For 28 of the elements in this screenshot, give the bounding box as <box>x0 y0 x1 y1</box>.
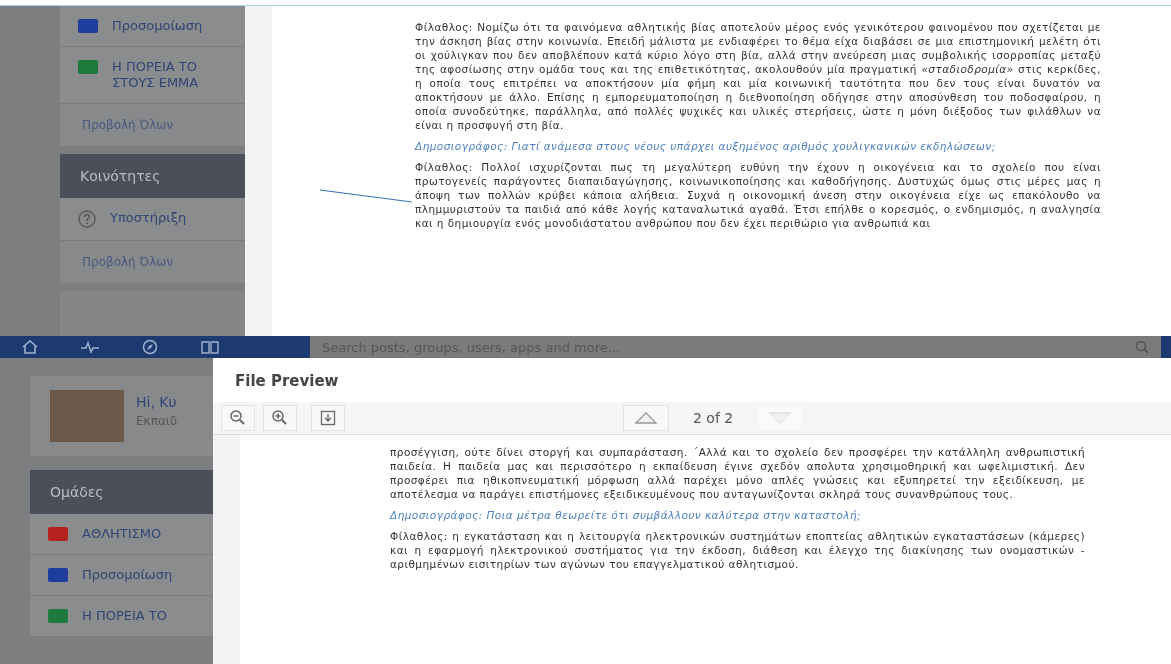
zoom-out-icon <box>229 409 247 427</box>
answer-text: προσέγγιση, ούτε δίνει στοργή και συμπαράσταση. ΄Αλλά και το σχολείο δεν προσφέρει την κατάλληλη ανθρωπιστική παιδεία. Η παιδεία μας και περισσότερο η εκπαίδευση έγινε σχεδόν απολυτα χρησιμοθηρική και ωφελιμιστική. Δεν προσφέρει πια ηθικοπνευματική μόρφωση αλλά παρέχει μόνο απλές γνώσεις και εξυπηρετεί την εξειδίκευση, με αποτέλεσμα να παράγει επιστήμονες εξειδικευμένους που ανταγωνίζονται σκληρά τους συνανθρώπους τους. <box>390 445 1085 501</box>
question-text: Δημοσιογράφος: Ποια μέτρα θεωρείτε ότι συμβάλλουν καλύτερα στην καταστολή; <box>390 508 863 522</box>
activity-icon[interactable] <box>80 339 100 355</box>
support-item[interactable]: Υποστήριξη <box>60 198 245 241</box>
group-item[interactable]: Προσομοίωση <box>60 6 245 47</box>
group-item[interactable]: Η ΠΟΡΕΙΑ ΤΟ ΣΤΟΥΣ ΕΜΜΑ <box>60 47 245 104</box>
zoom-in-button[interactable] <box>263 405 297 431</box>
section-header: Κοινότητες <box>60 154 245 198</box>
group-item[interactable]: Προσομοίωση <box>30 555 213 596</box>
modal-title: File Preview <box>234 371 340 392</box>
home-icon[interactable] <box>20 339 40 355</box>
page-indicator: 2 of 2 <box>693 410 734 426</box>
greeting-text: Hi, Κυ <box>136 394 178 410</box>
section-header: Ομάδες <box>30 470 213 514</box>
compass-icon[interactable] <box>140 339 160 355</box>
group-item[interactable]: ΑΘΛΗΤΙΣΜΟ <box>30 514 213 555</box>
answer-text: Φίλαθλος: Πολλοί ισχυρίζονται πως τη μεγαλύτερη ευθύνη την έχουν η οικογένεια και το σχολείο που είναι πρωτογενείς παράγοντες διαπαιδαγώγησης, κοινωνικοποίησης και καθοδήγησης. Δυστυχώς όμως στις μέρες μας η άποψη των πολλών κρύβει κάποια αλήθεια. Συχνά η οικονομική άνεση στην οικογένεια είχε ως επακόλουθο να πλημμυριστούν τα παιδιά από κάθε λογής καταναλωτικά αγαθά. Έτσι επήλθε ο κορεσμός, ο ενδημισμός, η αναλγησία και η δημιουργία ενός μονοδιάστατου ανθρώπου που δεν έχει περιθώριο για ανθρωπιά και <box>415 160 1101 230</box>
zoom-out-button[interactable] <box>221 405 255 431</box>
help-icon <box>78 210 96 228</box>
book-icon[interactable] <box>200 339 220 355</box>
zoom-in-icon <box>271 409 289 427</box>
group-item[interactable]: Η ΠΟΡΕΙΑ ΤΟ <box>30 596 213 637</box>
download-button[interactable] <box>311 405 345 431</box>
answer-text: Φίλαθλος: η εγκατάσταση και η λειτουργία ηλεκτρονικών συστημάτων εποπτείας αθλητικών εγκαταστάσεων (κάμερες) και η εφαρμογή ηλεκτρονικού συστήματος για την έκδοση, διάθεση και έλεγχο της διακίνησης των ονομαστικών - αριθμημένων εισιτηρίων των αγώνων του επαγγελματικού αθλητισμού. <box>390 529 1085 571</box>
download-icon <box>319 409 337 427</box>
answer-text: Φίλαθλος: Νομίζω ότι τα φαινόμενα αθλητικής βίας αποτελούν μέρος ενός γενικότερου φαινομένου που σχετίζεται με την άσκηση βίας στην κοινωνία. Επειδή μάλιστα με ενδιαφέρει το θέμα είχα διαβάσει σε μια επιστημονική μελέτη ότι οι χούλιγκαν που δεν αποβλέπουν κατά κύριο λόγο στη βία, αλλά στην ανεύρεση μιας συμβολικής ισορροπίας μεταξύ της αφοσίωσης στην ομάδα τους και της επιθετικότητας, ακολουθούν μία πραγματική «σταδιοδρομία» στις κερκίδες, η οποία τους επιτρέπει να αποκτήσουν μία φήμη και μία κοινωνική ταυτότητα που δεν τους είναι δυνατόν να αποκτήσουν με άλλο. Επίσης η εμπορευματοποίηση η διεθνοποίηση οδήγησε στην αποσύνθεση του ποδοσφαίρου, η οποία συνοδεύτηκε, παράλληλα, από πολλές ψυχικές και υλικές στερήσεις, ώστε η μόνη διέξοδος των φιλάθλων να είναι η προσφυγή στη βία. <box>415 20 1101 132</box>
question-text: Δημοσιογράφος: Γιατί ανάμεσα στους νέους υπάρχει αυξημένος αριθμός χουλιγκανικών εκδηλώσεων; <box>415 139 997 153</box>
